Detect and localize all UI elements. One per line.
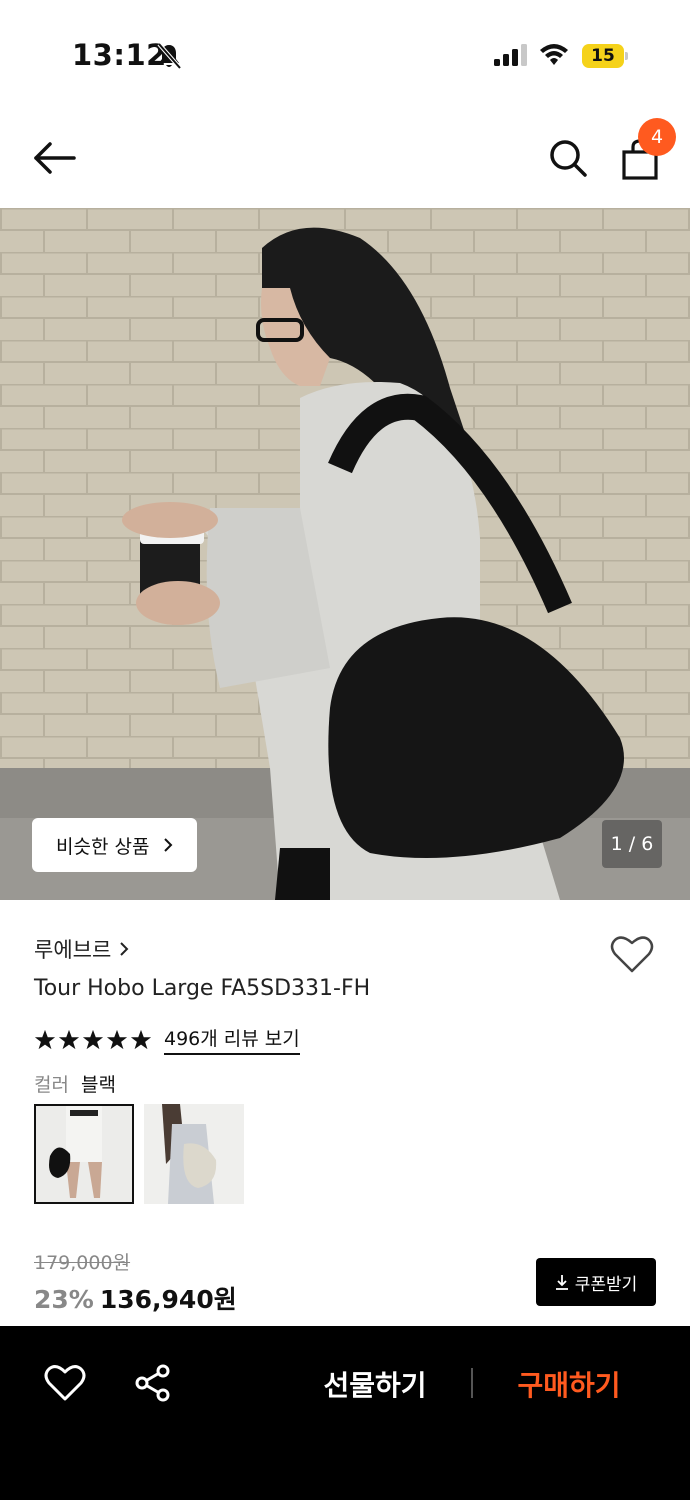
nav-bar: 4 xyxy=(0,110,690,208)
star-icon xyxy=(82,1029,104,1049)
battery-indicator: 15 xyxy=(582,44,628,68)
search-icon[interactable] xyxy=(548,138,588,178)
sale-price: 136,940원 xyxy=(99,1285,237,1314)
cart-count-badge[interactable]: 4 xyxy=(638,118,676,156)
share-icon[interactable] xyxy=(134,1364,172,1402)
status-bar: 13:12 15 xyxy=(0,0,690,110)
gift-button[interactable]: 선물하기 xyxy=(300,1360,450,1408)
chevron-right-icon xyxy=(120,942,129,956)
brand-name: 루에브르 xyxy=(34,938,112,962)
image-page-indicator: 1 / 6 xyxy=(602,820,662,868)
coupon-label: 쿠폰받기 xyxy=(574,1274,638,1295)
original-price: 179,000원 xyxy=(34,1252,131,1274)
swatch-black-thumbnail xyxy=(36,1106,132,1202)
bell-muted-icon xyxy=(157,42,182,70)
status-time: 13:12 xyxy=(72,38,167,72)
color-swatch-ivory[interactable] xyxy=(144,1104,244,1204)
product-image-carousel[interactable]: 비슷한 상품 1 / 6 xyxy=(0,208,690,900)
color-swatch-black[interactable] xyxy=(34,1104,134,1204)
battery-level: 15 xyxy=(582,44,624,68)
product-photo xyxy=(0,208,690,900)
wishlist-heart-icon[interactable] xyxy=(610,934,654,974)
cellular-signal-icon xyxy=(494,44,527,66)
back-arrow-icon[interactable] xyxy=(32,140,76,176)
similar-products-label: 비슷한 상품 xyxy=(56,835,150,858)
download-icon xyxy=(555,1275,568,1290)
get-coupon-button[interactable]: 쿠폰받기 xyxy=(536,1258,656,1306)
wifi-icon xyxy=(540,44,568,65)
similar-products-button[interactable]: 비슷한 상품 xyxy=(32,818,198,872)
discount-rate: 23% xyxy=(34,1285,94,1314)
rating-row: 496개 리뷰 보기 xyxy=(34,1024,300,1055)
product-title: Tour Hobo Large FA5SD331-FH xyxy=(34,976,371,1001)
swatch-ivory-thumbnail xyxy=(144,1104,244,1204)
star-icon xyxy=(130,1029,152,1049)
star-icon xyxy=(58,1029,80,1049)
color-label: 컬러 xyxy=(34,1074,69,1096)
color-value: 블랙 xyxy=(80,1074,116,1096)
battery-cap xyxy=(625,52,628,60)
buy-button[interactable]: 구매하기 xyxy=(494,1360,644,1408)
color-row: 컬러 블랙 xyxy=(34,1070,116,1097)
chevron-right-icon xyxy=(164,838,173,852)
bottom-action-bar: 선물하기 구매하기 xyxy=(0,1326,690,1500)
heart-icon[interactable] xyxy=(44,1364,86,1402)
divider xyxy=(471,1368,473,1398)
star-icon xyxy=(106,1029,128,1049)
rating-stars xyxy=(34,1029,152,1051)
star-icon xyxy=(34,1029,56,1049)
brand-link[interactable]: 루에브르 xyxy=(34,934,129,964)
price-row: 23% 136,940원 xyxy=(34,1280,237,1316)
view-reviews-link[interactable]: 496개 리뷰 보기 xyxy=(164,1024,300,1055)
